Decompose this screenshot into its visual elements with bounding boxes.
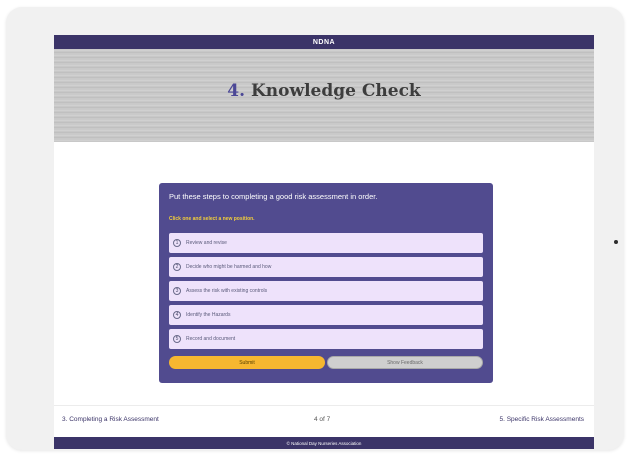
knowledge-check-panel: Put these steps to completing a good ris…: [159, 183, 493, 383]
section-number: 4.: [227, 80, 246, 101]
footer-bar: © National Day Nurseries Association: [54, 437, 594, 449]
home-button-dot: [614, 240, 618, 244]
next-lesson-link[interactable]: 5. Specific Risk Assessments: [499, 416, 584, 423]
option-label: Decide who might be harmed and how: [186, 264, 272, 270]
top-bar: NDNA: [54, 35, 594, 49]
section-title: Knowledge Check: [250, 80, 421, 101]
submit-button[interactable]: Submit: [169, 356, 325, 369]
course-screen: NDNA 4. Knowledge Check Put these steps …: [54, 35, 594, 449]
page-indicator: 4 of 7: [314, 416, 331, 423]
tablet-frame: NDNA 4. Knowledge Check Put these steps …: [6, 7, 624, 450]
option-label: Identify the Hazards: [186, 312, 231, 318]
sequence-option-4[interactable]: 4 Identify the Hazards: [169, 305, 483, 325]
option-number-badge: 5: [173, 335, 181, 343]
copyright-text: © National Day Nurseries Association: [286, 440, 362, 446]
option-label: Record and document: [186, 336, 236, 342]
instruction-text: Click one and select a new position.: [169, 216, 255, 222]
lesson-navigation: 3. Completing a Risk Assessment 4 of 7 5…: [54, 405, 594, 436]
option-number-badge: 4: [173, 311, 181, 319]
option-label: Assess the risk with existing controls: [186, 288, 268, 294]
sequence-option-2[interactable]: 2 Decide who might be harmed and how: [169, 257, 483, 277]
option-number-badge: 3: [173, 287, 181, 295]
hero-banner: 4. Knowledge Check: [54, 49, 594, 142]
brand-logo: NDNA: [312, 38, 336, 46]
previous-lesson-link[interactable]: 3. Completing a Risk Assessment: [62, 416, 159, 423]
option-number-badge: 2: [173, 263, 181, 271]
sequence-option-5[interactable]: 5 Record and document: [169, 329, 483, 349]
sequence-option-3[interactable]: 3 Assess the risk with existing controls: [169, 281, 483, 301]
option-number-badge: 1: [173, 239, 181, 247]
option-label: Review and revise: [186, 240, 227, 246]
show-feedback-button[interactable]: Show Feedback: [327, 356, 483, 369]
page-title: 4. Knowledge Check: [227, 81, 420, 101]
sequence-option-1[interactable]: 1 Review and revise: [169, 233, 483, 253]
question-text: Put these steps to completing a good ris…: [169, 192, 378, 201]
